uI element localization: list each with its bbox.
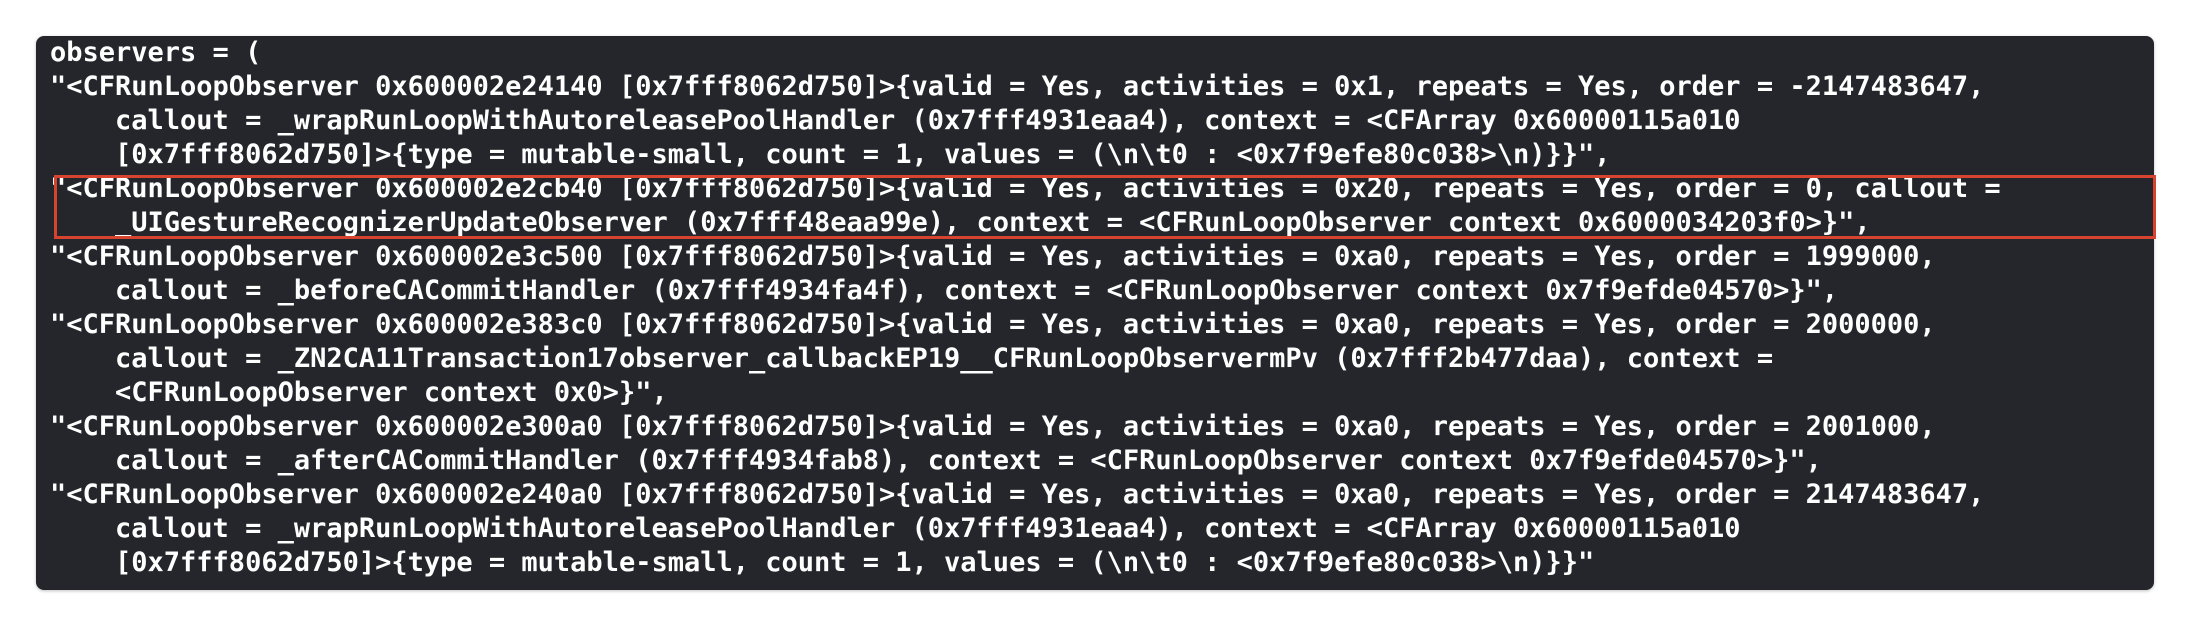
console-line: callout = _wrapRunLoopWithAutoreleasePoo… [50, 105, 1741, 136]
console-line: "<CFRunLoopObserver 0x600002e24140 [0x7f… [50, 71, 1985, 102]
console-output-panel: observers = ( "<CFRunLoopObserver 0x6000… [36, 36, 2154, 590]
console-text[interactable]: observers = ( "<CFRunLoopObserver 0x6000… [50, 36, 2150, 580]
console-line: [0x7fff8062d750]>{type = mutable-small, … [50, 547, 1595, 578]
console-line: <CFRunLoopObserver context 0x0>}", [50, 377, 668, 408]
console-line: [0x7fff8062d750]>{type = mutable-small, … [50, 139, 1611, 170]
console-line: "<CFRunLoopObserver 0x600002e3c500 [0x7f… [50, 241, 1936, 272]
console-line: callout = _beforeCACommitHandler (0x7fff… [50, 275, 1839, 306]
console-line: "<CFRunLoopObserver 0x600002e300a0 [0x7f… [50, 411, 1936, 442]
console-line: callout = _afterCACommitHandler (0x7fff4… [50, 445, 1822, 476]
console-line: callout = _ZN2CA11Transaction17observer_… [50, 343, 1774, 374]
console-line: "<CFRunLoopObserver 0x600002e240a0 [0x7f… [50, 479, 1985, 510]
console-line-highlighted: _UIGestureRecognizerUpdateObserver (0x7f… [50, 207, 1871, 238]
console-line-highlighted: "<CFRunLoopObserver 0x600002e2cb40 [0x7f… [50, 173, 2001, 204]
console-line: "<CFRunLoopObserver 0x600002e383c0 [0x7f… [50, 309, 1936, 340]
console-line: callout = _wrapRunLoopWithAutoreleasePoo… [50, 513, 1741, 544]
console-line: observers = ( [50, 37, 262, 68]
